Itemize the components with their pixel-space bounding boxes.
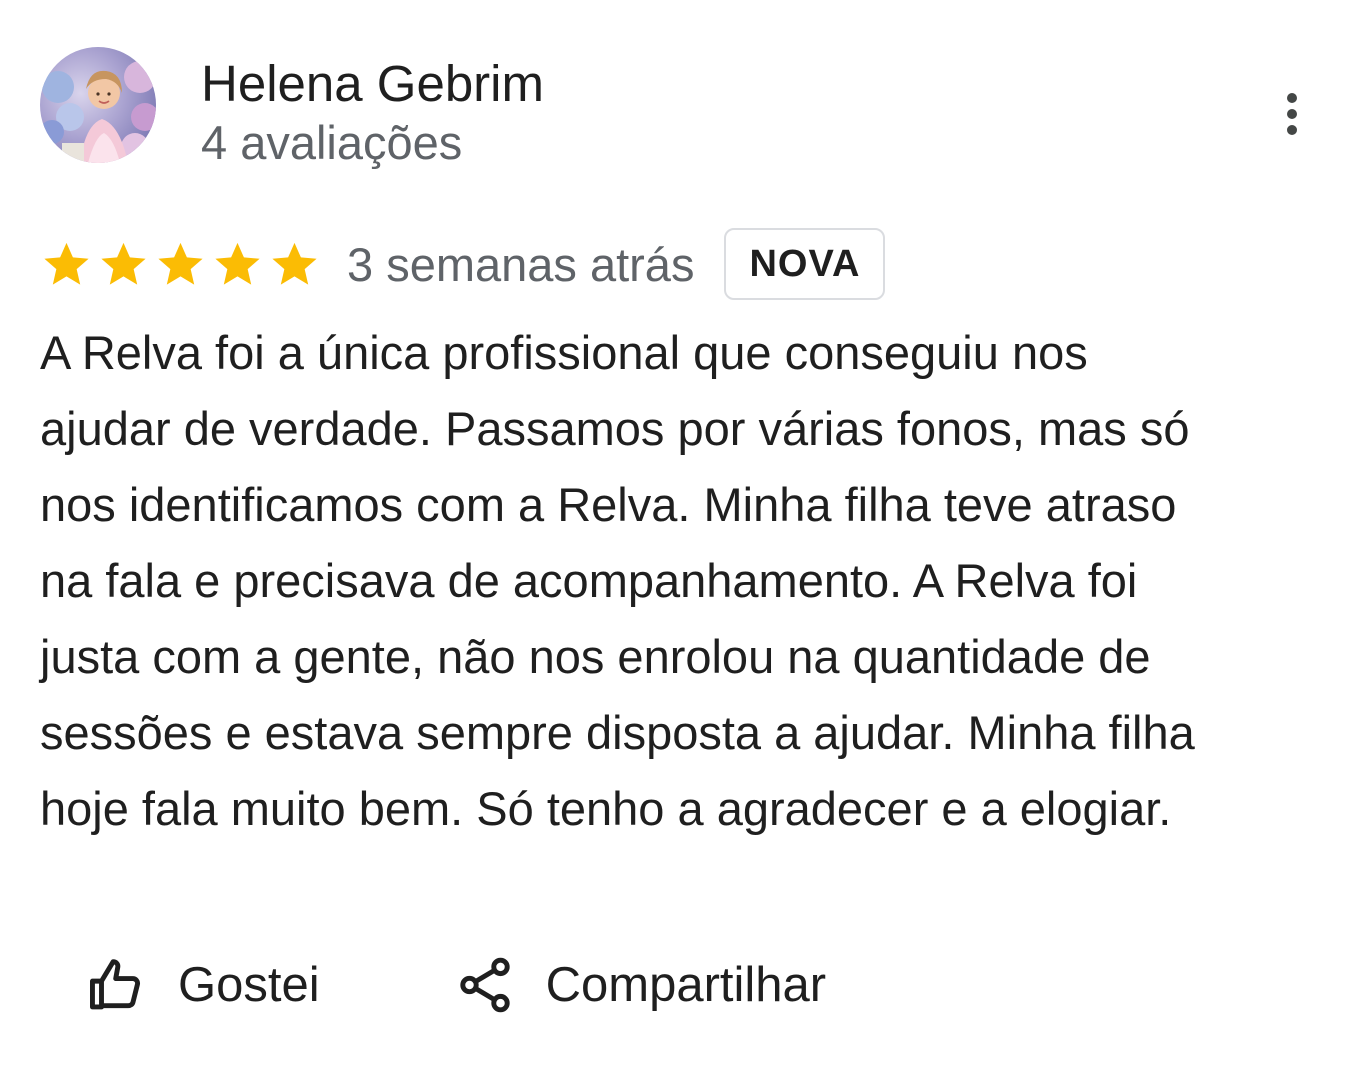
author-name[interactable]: Helena Gebrim — [201, 52, 544, 116]
review-text-line: na fala e precisava de acompanhamento. A… — [40, 554, 1138, 607]
review-text-line: hoje fala muito bem. Só tenho a agradece… — [40, 782, 1172, 835]
rating-row: 3 semanas atrás NOVA — [40, 226, 886, 302]
review-text-line: ajudar de verdade. Passamos por várias f… — [40, 402, 1190, 455]
author-avatar[interactable] — [40, 47, 156, 163]
more-options-button[interactable] — [1268, 84, 1316, 144]
new-badge: NOVA — [724, 228, 886, 300]
review-text-line: justa com a gente, não nos enrolou na qu… — [40, 630, 1151, 683]
review-text-line: nos identificamos com a Relva. Minha fil… — [40, 478, 1177, 531]
review-actions: Gostei Compartilhar — [86, 945, 826, 1025]
star-icon — [158, 242, 203, 285]
share-button[interactable]: Compartilhar — [454, 945, 826, 1025]
like-label: Gostei — [178, 958, 320, 1012]
share-label: Compartilhar — [545, 958, 827, 1012]
star-icon — [215, 242, 260, 285]
like-button[interactable]: Gostei — [86, 945, 320, 1025]
star-icon — [101, 242, 146, 285]
avatar-photo — [40, 47, 156, 163]
review-text: A Relva foi a única profissional que con… — [40, 315, 1195, 847]
review-date: 3 semanas atrás — [347, 237, 695, 291]
thumbs-up-icon — [86, 954, 148, 1016]
star-icon — [44, 242, 89, 285]
author-review-count: 4 avaliações — [201, 116, 463, 169]
star-rating — [40, 238, 321, 291]
review-text-line: sessões e estava sempre disposta a ajuda… — [40, 706, 1195, 759]
share-icon — [454, 954, 516, 1016]
review-card: Helena Gebrim 4 avaliações 3 semanas atr… — [0, 0, 1350, 1080]
more-vertical-icon — [1287, 93, 1297, 135]
review-text-line: A Relva foi a única profissional que con… — [40, 326, 1088, 379]
star-icon — [272, 242, 317, 285]
